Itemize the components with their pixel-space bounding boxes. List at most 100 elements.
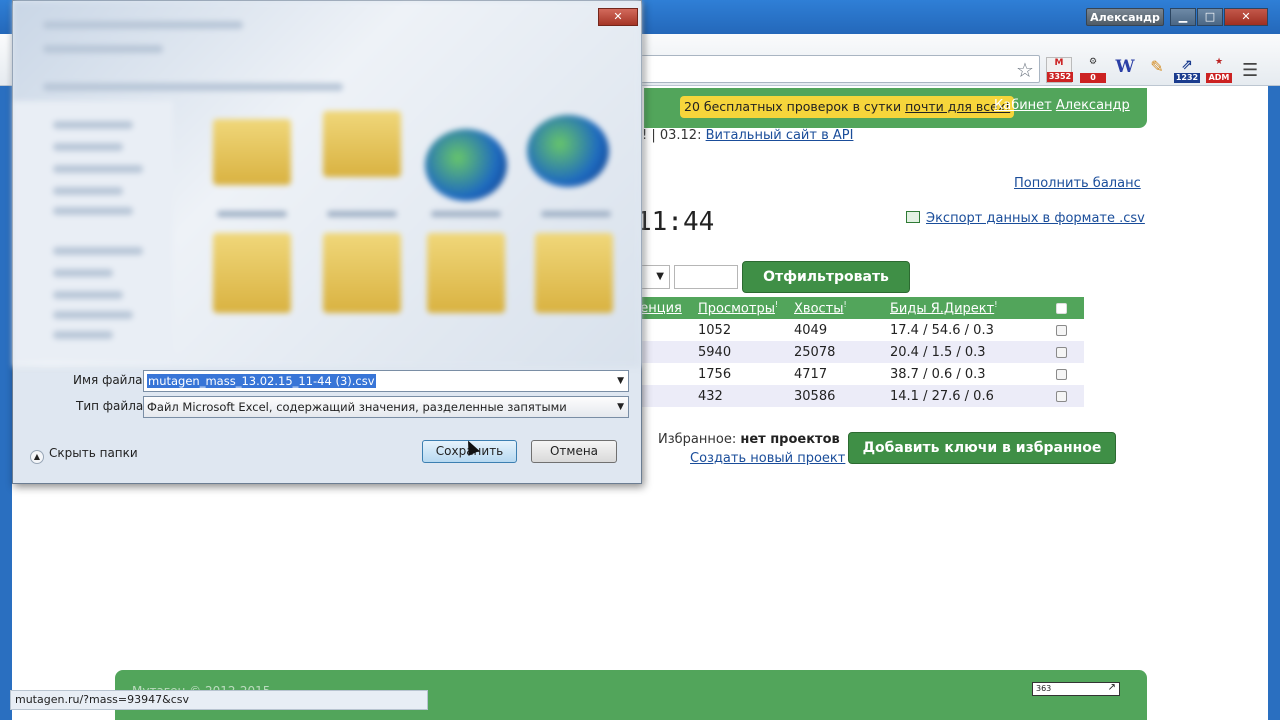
filename-value: mutagen_mass_13.02.15_11-44 (3).csv (147, 374, 376, 388)
tails-cell: 30586 (794, 385, 890, 407)
cabinet-link[interactable]: Кабинет (994, 98, 1052, 113)
minimize-button[interactable]: ▁ (1170, 8, 1196, 26)
table-row: 1052 4049 17.4 / 54.6 / 0.3 (632, 319, 1084, 341)
filetype-label: Тип файла: (76, 399, 148, 413)
blurred-label (431, 211, 501, 217)
tails-cell: 4049 (794, 322, 828, 338)
table-row: 1756 4717 38.7 / 0.6 / 0.3 (632, 363, 1084, 385)
results-table: ренция Просмотры! Хвосты! Биды Я.Директ!… (632, 297, 1084, 407)
row-checkbox[interactable] (1056, 368, 1067, 380)
excel-icon (906, 211, 920, 223)
folder-icon (323, 233, 401, 313)
chevron-up-icon: ▲ (30, 450, 44, 464)
globe-icon (527, 115, 609, 187)
status-bar-url: mutagen.ru/?mass=93947&csv (10, 690, 428, 710)
blurred-row (53, 311, 133, 319)
tails-cell: 25078 (794, 341, 890, 363)
cabinet-area: Кабинет Александр (994, 98, 1130, 113)
table-row: 432 30586 14.1 / 27.6 / 0.6 (632, 385, 1084, 407)
row-checkbox[interactable] (1056, 390, 1067, 402)
blurred-row (53, 331, 113, 339)
folder-icon (323, 111, 401, 177)
favorites-status: Избранное: нет проектов (658, 432, 840, 447)
filename-input[interactable]: mutagen_mass_13.02.15_11-44 (3).csv ▼ (143, 370, 629, 392)
blurred-row (53, 121, 133, 129)
file-browser-area (13, 1, 641, 367)
table-row: 5940 25078 20.4 / 1.5 / 0.3 (632, 341, 1084, 363)
filetype-value: Файл Microsoft Excel, содержащий значени… (147, 400, 567, 414)
topup-link[interactable]: Пополнить баланс (1014, 176, 1141, 191)
bids-cell: 20.4 / 1.5 / 0.3 (890, 341, 1056, 363)
filter-button[interactable]: Отфильтровать (742, 261, 910, 293)
address-bar[interactable] (640, 55, 1040, 83)
hide-folders-toggle[interactable]: ▲ Скрыть папки (30, 446, 138, 464)
blurred-label (541, 211, 611, 217)
blurred-row (43, 83, 343, 91)
globe-icon (425, 129, 507, 201)
tails-cell: 4717 (794, 366, 828, 382)
dialog-close-button[interactable]: ✕ (598, 8, 638, 26)
blurred-label (327, 211, 397, 217)
blurred-row (53, 291, 123, 299)
favorites-value: нет проектов (740, 432, 840, 447)
filter-input[interactable] (674, 265, 738, 289)
row-checkbox[interactable] (1056, 346, 1067, 358)
folder-icon (213, 119, 291, 185)
bids-cell: 14.1 / 27.6 / 0.6 (890, 385, 1056, 407)
hide-folders-label: Скрыть папки (49, 446, 138, 460)
views-cell: 1756 (698, 366, 732, 382)
select-all-checkbox[interactable] (1056, 302, 1067, 314)
blurred-row (43, 45, 163, 53)
blurred-label (217, 211, 287, 217)
news-prefix: ! | 03.12: (642, 128, 706, 143)
pencil-extension-icon[interactable]: ✎ (1144, 57, 1170, 83)
link-extension-icon[interactable]: ⇗ 1232 (1174, 57, 1200, 83)
filter-select[interactable]: ▼ (640, 265, 670, 289)
views-cell: 432 (698, 385, 794, 407)
bids-cell: 38.7 / 0.6 / 0.3 (890, 366, 986, 382)
blurred-row (53, 165, 143, 173)
export-label: Экспорт данных в формате .csv (926, 211, 1145, 226)
tool-extension-icon[interactable]: ⚙ 0 (1080, 57, 1106, 83)
cancel-button[interactable]: Отмена (531, 440, 617, 463)
close-window-button[interactable]: ✕ (1224, 8, 1268, 26)
folder-icon (427, 233, 505, 313)
gmail-extension-icon[interactable]: M 3352 (1046, 57, 1073, 83)
blurred-row (53, 247, 143, 255)
chevron-down-icon[interactable]: ▼ (617, 371, 624, 391)
filename-label: Имя файла: (73, 373, 147, 387)
col-tails[interactable]: Хвосты! (794, 297, 890, 319)
favorites-label: Избранное: (658, 432, 741, 447)
gmail-badge: 3352 (1047, 72, 1073, 82)
views-cell: 5940 (698, 341, 794, 363)
user-link[interactable]: Александр (1056, 98, 1130, 113)
col-bids[interactable]: Биды Я.Директ! (890, 297, 1056, 319)
folder-tree (13, 101, 173, 361)
filetype-select[interactable]: Файл Microsoft Excel, содержащий значени… (143, 396, 629, 418)
export-csv-link[interactable]: Экспорт данных в формате .csv (906, 211, 1145, 226)
blurred-row (53, 207, 133, 215)
adm-extension-icon[interactable]: ★ ADM (1206, 57, 1232, 83)
create-project-link[interactable]: Создать новый проект (690, 451, 845, 466)
wiki-extension-icon[interactable]: W (1112, 57, 1138, 83)
col-select[interactable] (1056, 297, 1084, 319)
chevron-down-icon[interactable]: ▼ (617, 397, 624, 417)
bids-cell: 17.4 / 54.6 / 0.3 (890, 322, 994, 338)
link-badge: 1232 (1174, 73, 1200, 83)
news-line: ! | 03.12: Витальный сайт в API (642, 128, 853, 143)
report-time: 11:44 (636, 207, 715, 237)
blurred-row (43, 21, 243, 29)
views-cell: 1052 (698, 322, 732, 338)
add-to-favorites-button[interactable]: Добавить ключи в избранное (848, 432, 1116, 464)
col-views[interactable]: Просмотры! (698, 297, 794, 319)
maximize-button[interactable]: □ (1197, 8, 1223, 26)
folder-icon (535, 233, 613, 313)
visit-counter[interactable]: 363 ↗ (1032, 682, 1120, 696)
table-header-row: ренция Просмотры! Хвосты! Биды Я.Директ! (632, 297, 1084, 319)
browser-menu-icon[interactable]: ☰ (1242, 60, 1258, 81)
profile-button[interactable]: Александр (1086, 8, 1164, 26)
bookmark-star-icon[interactable]: ☆ (1016, 58, 1034, 82)
blurred-row (53, 269, 113, 277)
row-checkbox[interactable] (1056, 324, 1067, 336)
news-link[interactable]: Витальный сайт в API (706, 128, 854, 143)
